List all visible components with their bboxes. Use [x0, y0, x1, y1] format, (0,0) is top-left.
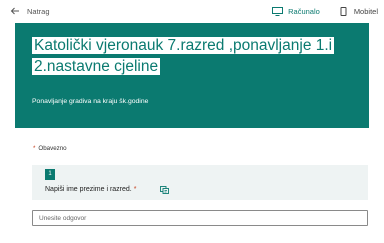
- form-title: Katolički vjeronauk 7.razred ,ponavljanj…: [32, 35, 354, 77]
- computer-view-button[interactable]: Računalo: [272, 6, 320, 16]
- view-toggle: Računalo Mobitel: [254, 0, 378, 22]
- question-required-marker: *: [133, 186, 137, 193]
- question-text: Napiši ime prezime i razred. *: [45, 186, 136, 193]
- form-header-banner: Katolički vjeronauk 7.razred ,ponavljanj…: [15, 23, 369, 128]
- required-asterisk: *: [33, 145, 36, 152]
- phone-icon: [340, 6, 347, 16]
- form-description: Ponavljanje gradiva na kraju šk.godine: [32, 98, 149, 105]
- mobile-view-button[interactable]: Mobitel: [338, 6, 378, 16]
- mobile-view-label: Mobitel: [353, 6, 378, 16]
- form-title-line-1: Katolički vjeronauk 7.razred ,ponavljanj…: [32, 37, 335, 54]
- form-body: * Obavezno 1 Napiši ime prezime i razred.…: [15, 128, 369, 243]
- question-number-badge: 1: [45, 169, 55, 180]
- required-note-label: Obavezno: [38, 145, 67, 152]
- form-title-line-2: 2.nastavne cjeline: [32, 58, 161, 75]
- back-label: Natrag: [27, 6, 50, 16]
- arrow-left-icon: [10, 7, 19, 15]
- monitor-icon: [272, 6, 284, 16]
- question-card: 1 Napiši ime prezime i razred. *: [32, 165, 368, 200]
- required-note: * Obavezno: [33, 145, 67, 152]
- question-label: Napiši ime prezime i razred.: [45, 186, 132, 193]
- immersive-reader-icon[interactable]: [160, 186, 169, 194]
- answer-input[interactable]: [32, 210, 368, 226]
- computer-view-label: Računalo: [288, 6, 320, 16]
- top-bar: Natrag Računalo Mobitel: [0, 0, 384, 22]
- back-button[interactable]: Natrag: [10, 6, 50, 16]
